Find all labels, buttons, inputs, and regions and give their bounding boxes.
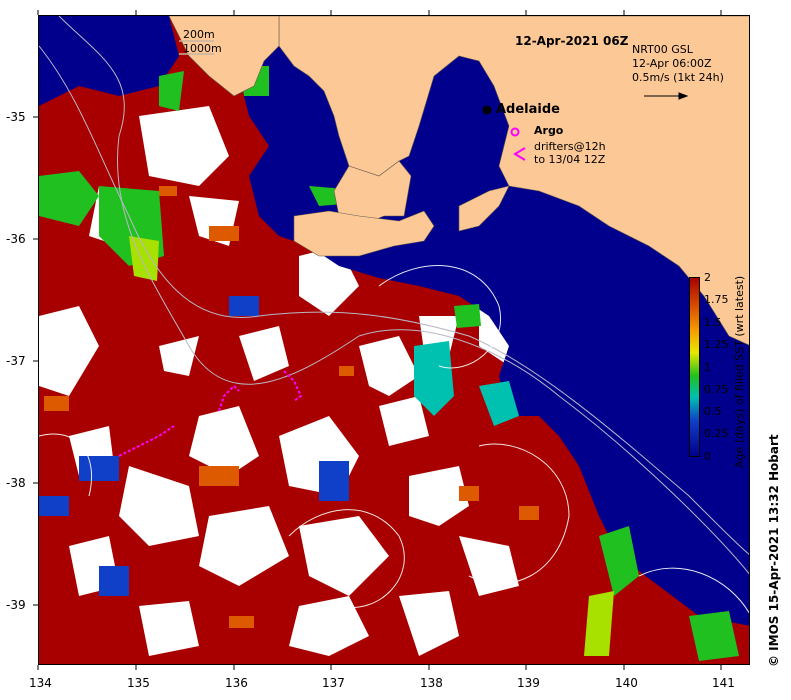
x-tick-136: 136 xyxy=(225,676,248,690)
y-tick-36: -36 xyxy=(6,232,26,246)
imos-credit: © IMOS 15-Apr-2021 13:32 Hobart xyxy=(767,434,781,667)
x-tick-140: 140 xyxy=(615,676,638,690)
y-tick-39: -39 xyxy=(6,598,26,612)
y-tick-37: -37 xyxy=(6,354,26,368)
y-tick-35: -35 xyxy=(6,110,26,124)
y-tick-38: -38 xyxy=(6,476,26,490)
axis-ticks xyxy=(33,10,722,670)
x-tick-134: 134 xyxy=(29,676,52,690)
x-tick-138: 138 xyxy=(420,676,443,690)
x-tick-139: 139 xyxy=(517,676,540,690)
x-tick-135: 135 xyxy=(127,676,150,690)
x-tick-141: 141 xyxy=(712,676,735,690)
x-tick-137: 137 xyxy=(322,676,345,690)
